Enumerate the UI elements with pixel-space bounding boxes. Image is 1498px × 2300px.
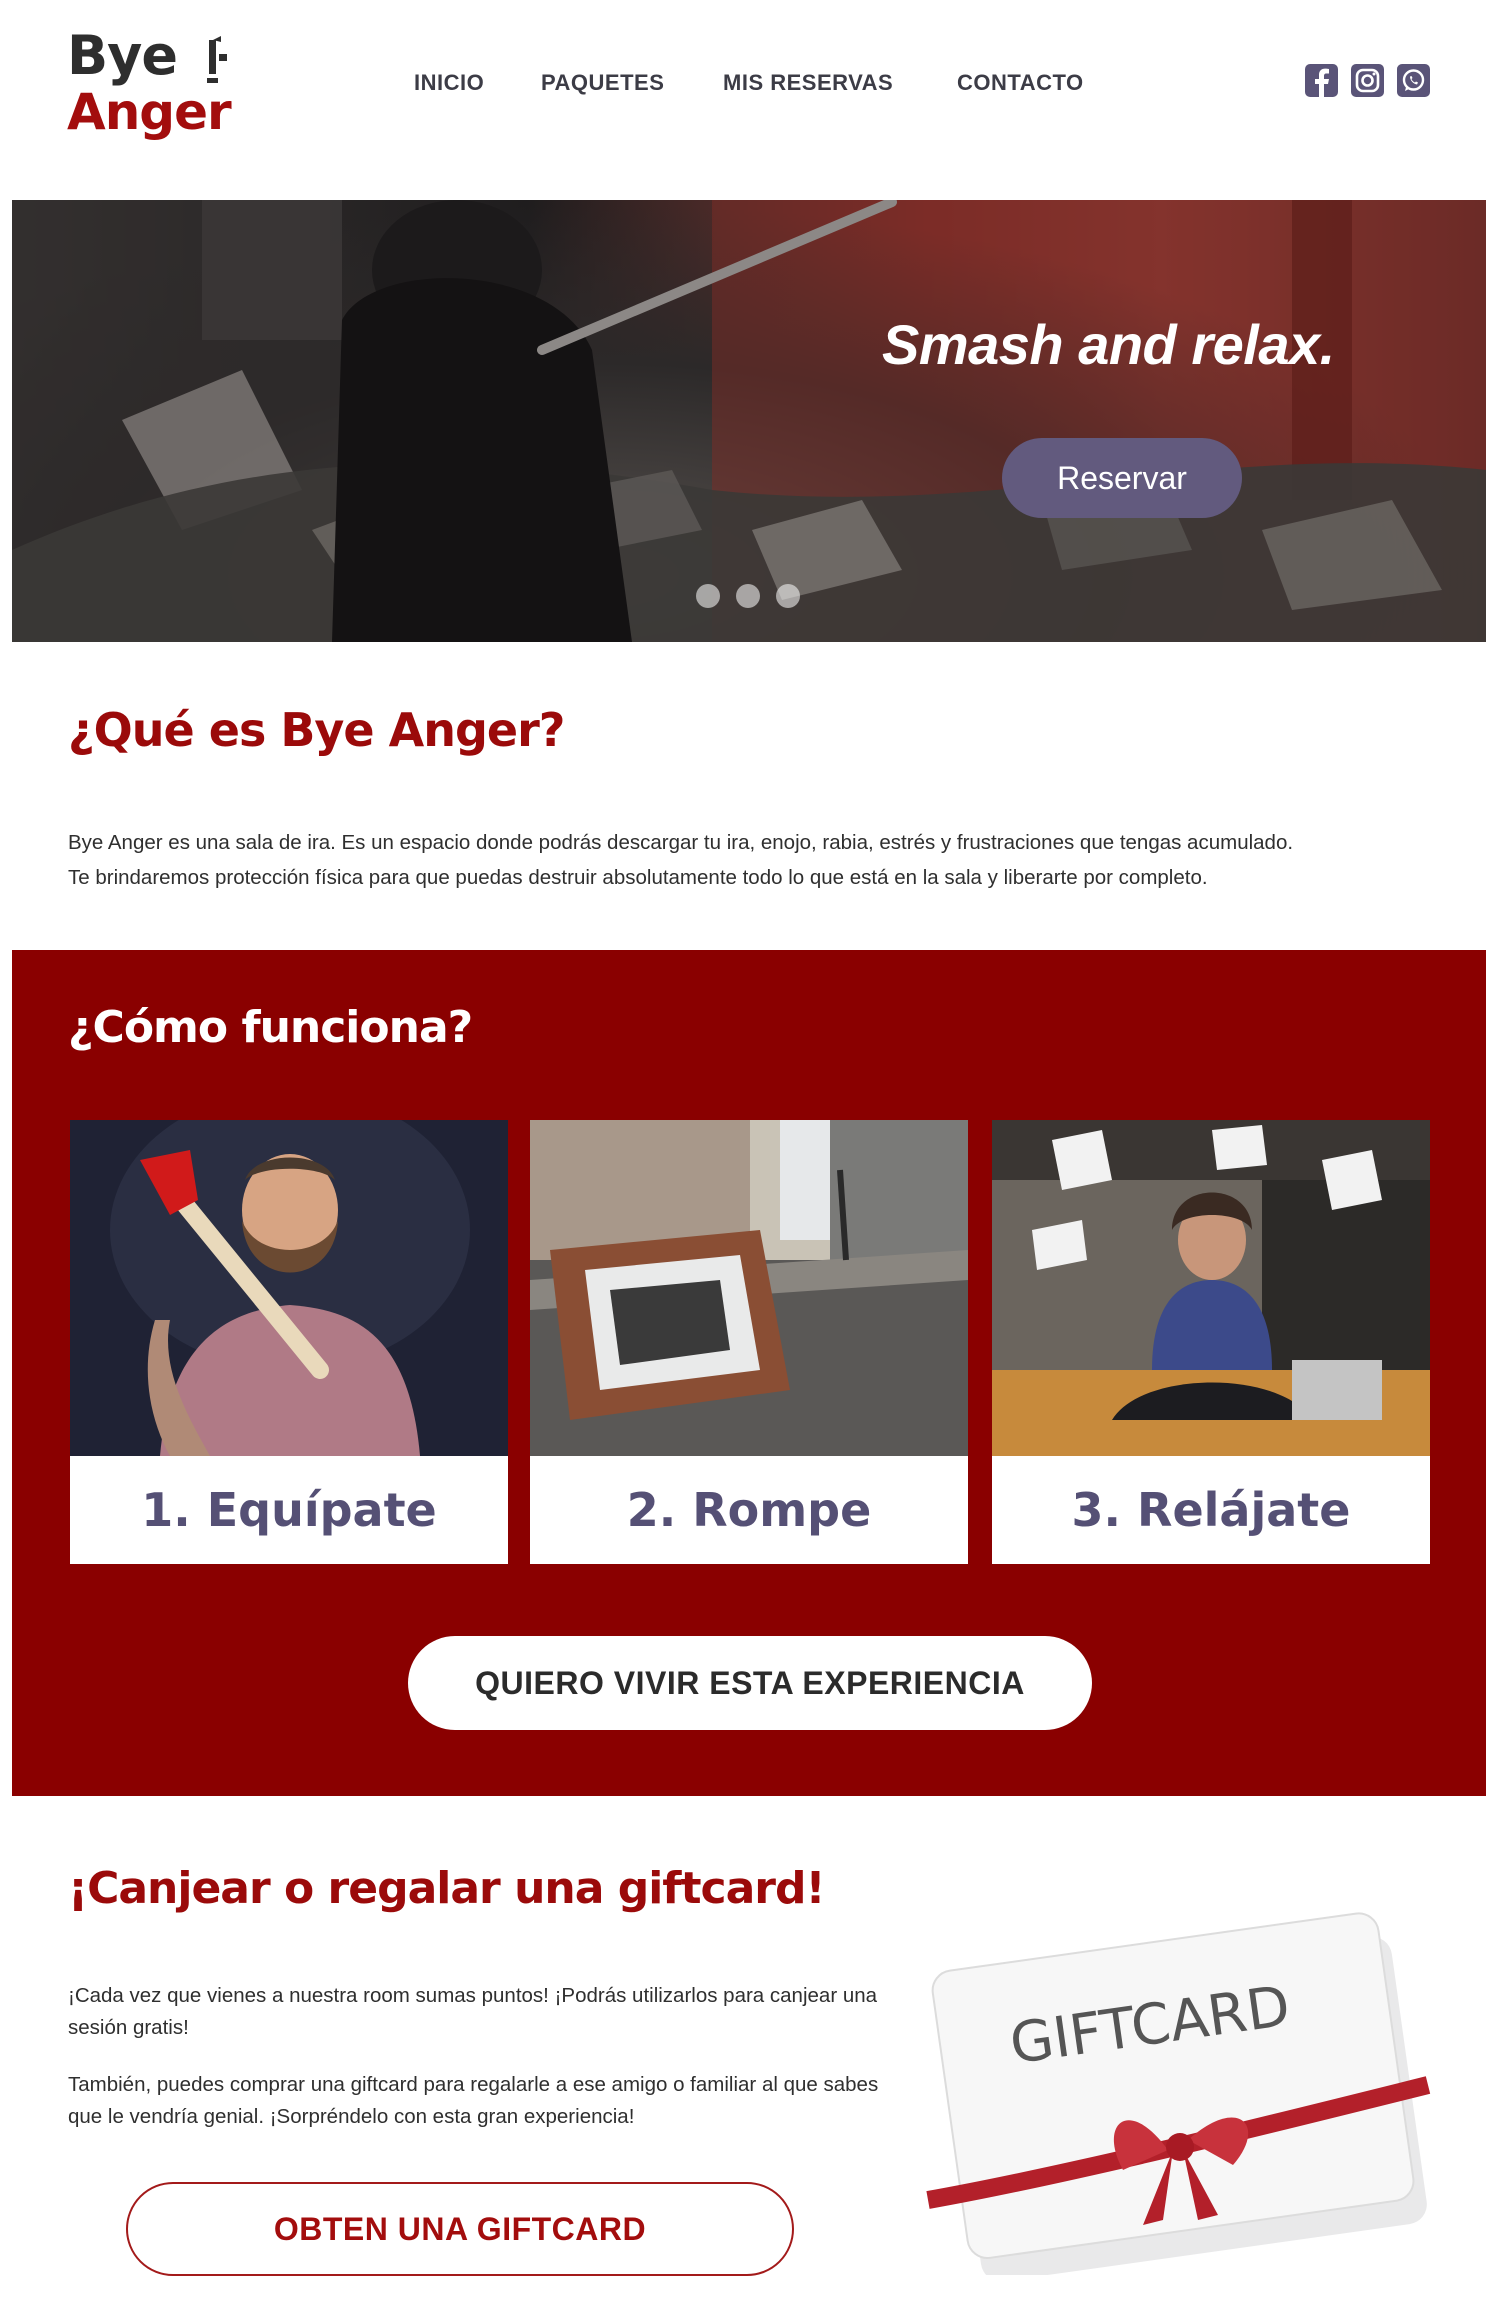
step-image-rompe	[530, 1120, 968, 1456]
carousel-dot-3[interactable]	[776, 584, 800, 608]
site-header: Bye Anger INICIO PAQUETES MIS RESERVAS C…	[0, 0, 1498, 195]
step-card-equipate[interactable]: 1. Equípate	[70, 1120, 508, 1564]
step-label-rompe: 2. Rompe	[626, 1483, 872, 1537]
about-text-line-1: Bye Anger es una sala de ira. Es un espa…	[68, 831, 1294, 854]
nav-item-inicio[interactable]: INICIO	[414, 70, 484, 96]
about-text: Bye Anger es una sala de ira. Es un espa…	[68, 825, 1448, 895]
how-title: ¿Cómo funciona?	[68, 1002, 473, 1053]
step-card-rompe[interactable]: 2. Rompe	[530, 1120, 968, 1564]
hero-tagline: Smash and relax.	[882, 313, 1335, 376]
logo-text-anger: Anger	[67, 83, 232, 141]
step-image-equipate	[70, 1120, 508, 1456]
obten-giftcard-button[interactable]: OBTEN UNA GIFTCARD	[126, 2182, 794, 2276]
step-card-relajate[interactable]: 3. Relájate	[992, 1120, 1430, 1564]
nav-item-paquetes[interactable]: PAQUETES	[541, 70, 664, 96]
quiero-vivir-experiencia-button[interactable]: QUIERO VIVIR ESTA EXPERIENCIA	[408, 1636, 1092, 1730]
nav-item-mis-reservas[interactable]: MIS RESERVAS	[723, 70, 893, 96]
giftcard-gift-text: También, puedes comprar una giftcard par…	[68, 2073, 879, 2128]
giftcard-title: ¡Canjear o regalar una giftcard!	[68, 1863, 826, 1914]
giftcard-image: GIFTCARD	[918, 1895, 1438, 2282]
instagram-icon[interactable]	[1351, 64, 1384, 97]
giftcard-points-text: ¡Cada vez que vienes a nuestra room suma…	[68, 1984, 878, 2039]
about-text-line-2: Te brindaremos protección física para qu…	[68, 866, 1208, 889]
brand-logo[interactable]: Bye Anger	[67, 26, 247, 146]
logo-mark-icon	[207, 36, 227, 83]
whatsapp-icon[interactable]	[1397, 64, 1430, 97]
step-label-equipate: 1. Equípate	[141, 1483, 437, 1537]
hero-photo	[12, 200, 1486, 642]
logo-text-bye: Bye	[67, 24, 178, 87]
facebook-icon[interactable]	[1305, 64, 1338, 97]
reservar-button[interactable]: Reservar	[1002, 438, 1242, 518]
about-title: ¿Qué es Bye Anger?	[68, 703, 565, 757]
step-image-relajate	[992, 1120, 1430, 1456]
carousel-dot-1[interactable]	[696, 584, 720, 608]
hero-banner: Smash and relax. Reservar	[12, 200, 1486, 642]
how-it-works-section: ¿Cómo funciona? 1. Equípate 2. Rompe 3. …	[12, 950, 1486, 1796]
nav-item-contacto[interactable]: CONTACTO	[957, 70, 1084, 96]
step-label-relajate: 3. Relájate	[1071, 1483, 1351, 1537]
carousel-dot-2[interactable]	[736, 584, 760, 608]
